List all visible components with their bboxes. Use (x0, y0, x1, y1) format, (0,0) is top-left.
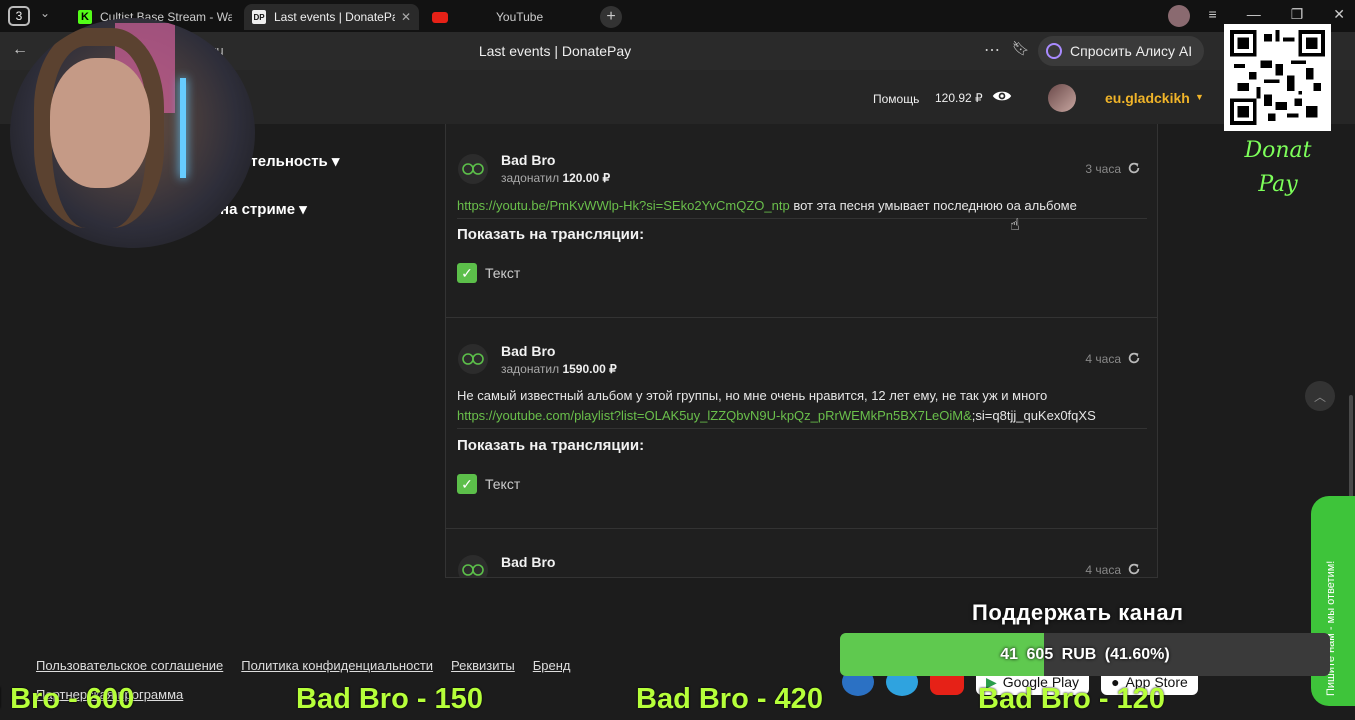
menu-icon[interactable]: ≡ (1209, 6, 1217, 23)
youtube-icon (432, 11, 448, 23)
ask-alice-button[interactable]: Спросить Алису AI (1038, 36, 1205, 66)
donation-link[interactable]: https://youtu.be/PmKvWWlp-Hk?si=SEko2YvC… (457, 198, 790, 213)
alice-icon (1046, 43, 1062, 59)
ticker-item: Bad Bro - 150 (296, 683, 483, 715)
refresh-icon[interactable] (1127, 351, 1141, 365)
donation-amount: 1590.00 ₽ (562, 362, 617, 376)
donor-name: Bad Bro (501, 554, 556, 570)
streamer-face (50, 58, 150, 188)
donation-goal-text: 41 605 RUB (41.60%) (1000, 645, 1170, 663)
tab-title: YouTube (496, 10, 544, 24)
minimize-icon[interactable]: — (1247, 6, 1261, 23)
hand-cursor-icon: ☝︎ (1010, 217, 1020, 234)
browser-profile-avatar[interactable] (1168, 5, 1190, 27)
footer-links: Пользовательское соглашение Политика кон… (36, 658, 571, 673)
show-on-stream-label: Показать на трансляции: (457, 226, 645, 243)
text-checkbox[interactable]: ✓ (457, 474, 477, 494)
qr-caption: Donat Pay (1244, 138, 1312, 197)
refresh-icon[interactable] (1127, 562, 1141, 576)
bookmark-icon[interactable]: 🔖︎ (1012, 40, 1030, 57)
tab-donatepay[interactable]: DP Last events | DonatePay ✕ (244, 4, 419, 30)
text-checkbox-label: Текст (485, 476, 521, 492)
scroll-to-top-button[interactable]: ︿ (1305, 381, 1335, 411)
donor-name: Bad Bro (501, 152, 556, 168)
tab-count-button[interactable]: 3 (8, 6, 30, 26)
neon-light (180, 78, 186, 178)
donation-summary: задонатил 1590.00 ₽ (501, 362, 617, 376)
tab-list-chevron-icon[interactable]: ⌄ (40, 6, 50, 20)
donatepay-favicon-icon: DP (252, 10, 266, 24)
close-tab-icon[interactable]: ✕ (395, 10, 411, 24)
footer-link-terms[interactable]: Пользовательское соглашение (36, 658, 223, 673)
tab-title: Last events | DonatePay (274, 10, 395, 24)
event-time: 4 часа (1085, 563, 1121, 577)
donation-message: https://youtu.be/PmKvWWlp-Hk?si=SEko2YvC… (457, 196, 1147, 219)
restore-icon[interactable]: ❐ (1291, 6, 1304, 23)
browser-tab-bar: 3 ⌄ K Cultist Base Stream - Watch DP Las… (0, 0, 1355, 32)
kick-icon: K (78, 10, 92, 24)
donation-icon (458, 344, 488, 374)
donation-link[interactable]: https://youtube.com/playlist?list=OLAK5u… (457, 408, 972, 423)
donatepay-qr-code (1224, 24, 1331, 131)
event-time: 4 часа (1085, 352, 1121, 366)
footer-link-privacy[interactable]: Политика конфиденциальности (241, 658, 433, 673)
new-tab-button[interactable]: + (600, 6, 622, 28)
help-link[interactable]: Помощь (873, 92, 919, 106)
donation-icon (458, 555, 488, 577)
footer-link-brand[interactable]: Бренд (533, 658, 571, 673)
show-on-stream-label: Показать на трансляции: (457, 437, 645, 454)
back-arrow-icon[interactable]: ← (12, 41, 28, 59)
donation-message: Не самый известный альбом у этой группы,… (457, 386, 1147, 429)
ticker-item: Bad Bro - 120 (978, 683, 1165, 715)
tab-youtube[interactable]: YouTube (424, 4, 594, 30)
refresh-icon[interactable] (1127, 161, 1141, 175)
event-card: Bad Bro задонатил 1590.00 ₽ 4 часа Не са… (446, 318, 1157, 529)
user-avatar[interactable] (1048, 84, 1076, 112)
ticker-item: l Bro - 600 (0, 683, 135, 715)
event-time: 3 часа (1085, 162, 1121, 176)
event-card: Bad Bro задонатил 120.00 ₽ 3 часа https:… (446, 124, 1157, 318)
webcam-overlay (10, 18, 255, 248)
event-card: Bad Bro 4 часа (446, 529, 1157, 577)
donation-goal-bar: 41 605 RUB (41.60%) (840, 633, 1330, 676)
donation-ticker: l Bro - 600 Bad Bro - 150 Bad Bro - 420 … (0, 683, 1355, 720)
close-window-icon[interactable]: ✕ (1333, 6, 1345, 23)
donor-name: Bad Bro (501, 343, 556, 359)
last-events-list[interactable]: Bad Bro задонатил 120.00 ₽ 3 часа https:… (445, 124, 1158, 578)
ask-alice-label: Спросить Алису AI (1070, 43, 1193, 59)
text-checkbox-label: Текст (485, 265, 521, 281)
footer-link-requisites[interactable]: Реквизиты (451, 658, 515, 673)
chevron-down-icon[interactable]: ▼ (1195, 92, 1204, 102)
support-channel-title: Поддержать канал (972, 600, 1184, 625)
ticker-item: Bad Bro - 420 (636, 683, 823, 715)
balance-value: 120.92 ₽ (935, 91, 983, 105)
donation-amount: 120.00 ₽ (562, 171, 611, 185)
more-dots-icon[interactable]: ⋯ (984, 40, 1000, 60)
window-controls: ≡ — ❐ ✕ (1209, 6, 1345, 23)
text-checkbox[interactable]: ✓ (457, 263, 477, 283)
donation-summary: задонатил 120.00 ₽ (501, 171, 611, 185)
eye-icon[interactable] (992, 86, 1012, 106)
username-menu[interactable]: eu.gladckikh (1105, 90, 1190, 106)
qr-code-icon (1230, 30, 1325, 125)
donation-icon (458, 154, 488, 184)
